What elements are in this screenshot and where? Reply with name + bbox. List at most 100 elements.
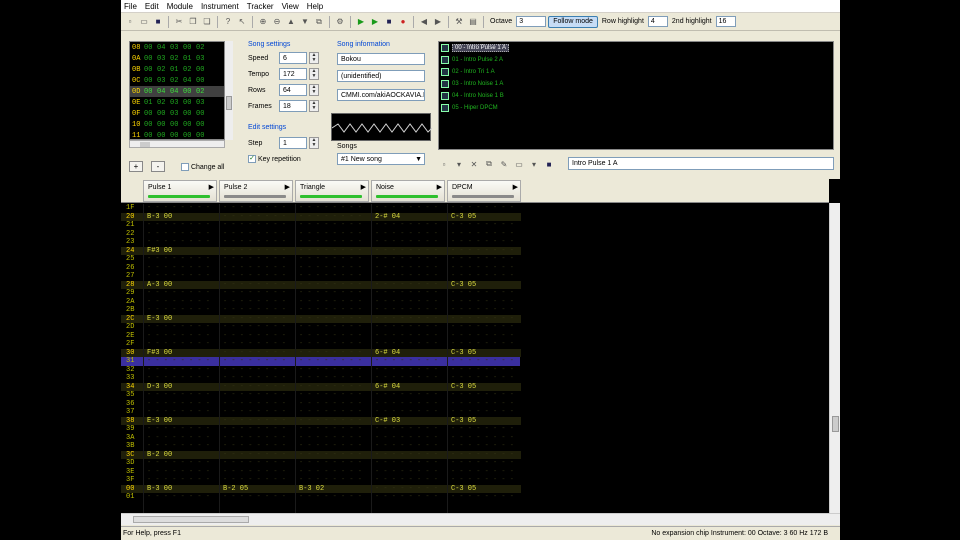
channel-pulse-1-header[interactable]: Pulse 1 ▶ — [143, 180, 217, 202]
pattern-cell-empty[interactable]: - - - - - - - - — [299, 400, 362, 408]
frame-pattern-cell[interactable]: 00 — [144, 132, 157, 140]
pattern-cell-empty[interactable]: - - - - - - - - — [299, 213, 362, 221]
pattern-cell-empty[interactable]: - - - - - - - - — [375, 366, 438, 374]
channel-triangle-header[interactable]: Triangle ▶ — [295, 180, 369, 202]
frame-pattern-cell[interactable]: 00 — [183, 88, 196, 96]
pattern-cell-empty[interactable]: - - - - - - - - — [223, 425, 286, 433]
pattern-row[interactable]: 26 - - - - - - - - - - - - - - - - - - - - … — [121, 264, 521, 273]
frame-row[interactable]: 10 00 00 00 00 00 — [130, 119, 224, 130]
record-icon[interactable]: ● — [397, 16, 409, 28]
pattern-cell-empty[interactable]: - - - - - - - - — [451, 391, 514, 399]
frame-pattern-cell[interactable]: 04 — [183, 77, 196, 85]
about-icon[interactable]: ? — [222, 16, 234, 28]
frame-list-hscroll[interactable] — [129, 140, 225, 148]
clone-instrument-icon[interactable]: ⧉ — [483, 158, 495, 170]
pattern-cell-empty[interactable]: - - - - - - - - — [223, 230, 286, 238]
frame-pattern-cell[interactable]: 00 — [170, 121, 183, 129]
pattern-cell-empty[interactable]: - - - - - - - - — [299, 230, 362, 238]
pattern-cell-empty[interactable]: - - - - - - - - — [147, 340, 210, 348]
octave-select[interactable]: 3 — [516, 16, 547, 27]
pattern-cell-empty[interactable]: - - - - - - - - — [147, 400, 210, 408]
pattern-row[interactable]: 3C B-2 00 - - - - - - - - - - - - - - - - - … — [121, 450, 521, 459]
frame-pattern-cell[interactable]: 00 — [183, 121, 196, 129]
pattern-cell-empty[interactable]: - - - - - - - - — [375, 255, 438, 263]
second-highlight-input[interactable]: 16 — [715, 16, 736, 27]
pattern-cell-empty[interactable]: - - - - - - - - — [375, 391, 438, 399]
pattern-cell-empty[interactable]: - - - - - - - - — [223, 272, 286, 280]
pattern-cell-empty[interactable]: - - - - - - - - — [299, 264, 362, 272]
pattern-cell-empty[interactable]: - - - - - - - - — [299, 298, 362, 306]
pattern-cell-empty[interactable]: - - - - - - - - — [147, 357, 210, 365]
pattern-cell-empty[interactable]: - - - - - - - - — [223, 493, 286, 501]
frame-pattern-cell[interactable]: 02 — [183, 66, 196, 74]
pattern-cell-empty[interactable]: - - - - - - - - — [223, 434, 286, 442]
frame-pattern-cell[interactable]: 00 — [170, 132, 183, 140]
new-file-icon[interactable]: ▫ — [124, 16, 136, 28]
pattern-cell-empty[interactable]: - - - - - - - - — [375, 204, 438, 212]
frame-row[interactable]: 0C 00 03 02 04 00 — [130, 75, 224, 86]
pattern-cell-empty[interactable]: - - - - - - - - — [299, 374, 362, 382]
pattern-cell-empty[interactable]: - - - - - - - - — [223, 255, 286, 263]
pattern-cell[interactable]: F#3 00 — [147, 349, 172, 357]
pattern-cell[interactable]: C-3 05 — [451, 383, 476, 391]
pattern-cell-empty[interactable]: - - - - - - - - — [147, 374, 210, 382]
frame-pattern-cell[interactable]: 03 — [196, 99, 209, 107]
open-file-icon[interactable]: ▭ — [138, 16, 150, 28]
frame-pattern-cell[interactable]: 00 — [144, 88, 157, 96]
frame-pattern-cell[interactable]: 01 — [144, 99, 157, 107]
chevron-down-icon[interactable]: ▾ — [528, 158, 540, 170]
pattern-cell-empty[interactable]: - - - - - - - - — [299, 476, 362, 484]
pattern-cell-empty[interactable]: - - - - - - - - — [147, 366, 210, 374]
frame-pattern-cell[interactable]: 04 — [157, 88, 170, 96]
pattern-row[interactable]: 37 - - - - - - - - - - - - - - - - - - - - … — [121, 408, 521, 417]
pattern-cell-empty[interactable]: - - - - - - - - — [375, 340, 438, 348]
pattern-cell-empty[interactable]: - - - - - - - - — [375, 281, 438, 289]
pattern-row[interactable]: 2E - - - - - - - - - - - - - - - - - - - - … — [121, 332, 521, 341]
pattern-cell-empty[interactable]: - - - - - - - - — [451, 493, 514, 501]
pattern-cell[interactable]: B-3 00 — [147, 213, 172, 221]
pattern-cell-empty[interactable]: - - - - - - - - — [451, 451, 514, 459]
pattern-row[interactable]: 2B - - - - - - - - - - - - - - - - - - - - … — [121, 306, 521, 315]
pattern-cell-empty[interactable]: - - - - - - - - — [147, 289, 210, 297]
instrument-item[interactable]: 05 - Hiper DPCM — [439, 102, 833, 114]
pattern-cell[interactable]: B-3 00 — [147, 485, 172, 493]
pattern-row[interactable]: 25 - - - - - - - - - - - - - - - - - - - - … — [121, 255, 521, 264]
pattern-cell-empty[interactable]: - - - - - - - - — [147, 306, 210, 314]
frame-pattern-cell[interactable]: 00 — [144, 66, 157, 74]
pattern-cell-empty[interactable]: - - - - - - - - — [451, 204, 514, 212]
pattern-cell-empty[interactable]: - - - - - - - - — [451, 366, 514, 374]
pattern-cell[interactable]: E-3 00 — [147, 417, 172, 425]
cut-icon[interactable]: ✂ — [173, 16, 185, 28]
frame-row[interactable]: 0A 00 03 02 01 03 — [130, 53, 224, 64]
pattern-cell-empty[interactable]: - - - - - - - - — [451, 340, 514, 348]
pattern-cell-empty[interactable]: - - - - - - - - — [223, 349, 286, 357]
chevron-right-icon[interactable]: ▶ — [513, 183, 518, 191]
pattern-cell-empty[interactable]: - - - - - - - - — [223, 306, 286, 314]
pattern-cell-empty[interactable]: - - - - - - - - — [299, 417, 362, 425]
instrument-item[interactable]: 03 - Intro Noise 1 A — [439, 78, 833, 90]
pattern-cell-empty[interactable]: - - - - - - - - — [375, 451, 438, 459]
instrument-item[interactable]: 01 - Intro Pulse 2 A — [439, 54, 833, 66]
pattern-cell-empty[interactable]: - - - - - - - - — [375, 315, 438, 323]
pattern-cell-empty[interactable]: - - - - - - - - — [147, 476, 210, 484]
pattern-cell[interactable]: C-# 03 — [375, 417, 400, 425]
pattern-grid[interactable]: 1F - - - - - - - -- - - - - - - -- - - - … — [121, 204, 829, 513]
pattern-cell-empty[interactable]: - - - - - - - - — [223, 374, 286, 382]
pattern-row[interactable]: 2D - - - - - - - - - - - - - - - - - - - - … — [121, 323, 521, 332]
next-track-icon[interactable]: ▶ — [432, 16, 444, 28]
pattern-row[interactable]: 27 - - - - - - - - - - - - - - - - - - - - … — [121, 272, 521, 281]
pattern-cell[interactable]: B-3 02 — [299, 485, 324, 493]
pattern-row[interactable]: 24 F#3 00 - - - - - - - - - - - - - - - - - … — [121, 246, 521, 255]
pattern-cell[interactable]: B-2 05 — [223, 485, 248, 493]
frame-pattern-cell[interactable]: 00 — [196, 132, 209, 140]
pattern-cell-empty[interactable]: - - - - - - - - — [375, 476, 438, 484]
frame-row[interactable]: 0D 00 04 04 00 02 — [130, 86, 224, 97]
pattern-cell-empty[interactable]: - - - - - - - - — [299, 289, 362, 297]
frame-pattern-cell[interactable]: 00 — [144, 44, 157, 52]
frame-pattern-cell[interactable]: 02 — [196, 44, 209, 52]
pattern-cell[interactable]: C-3 05 — [451, 485, 476, 493]
frame-row[interactable]: 0B 00 02 01 02 00 — [130, 64, 224, 75]
pattern-cell-empty[interactable]: - - - - - - - - — [223, 315, 286, 323]
pattern-cell-empty[interactable]: - - - - - - - - — [147, 442, 210, 450]
pattern-cell-empty[interactable]: - - - - - - - - — [147, 204, 210, 212]
